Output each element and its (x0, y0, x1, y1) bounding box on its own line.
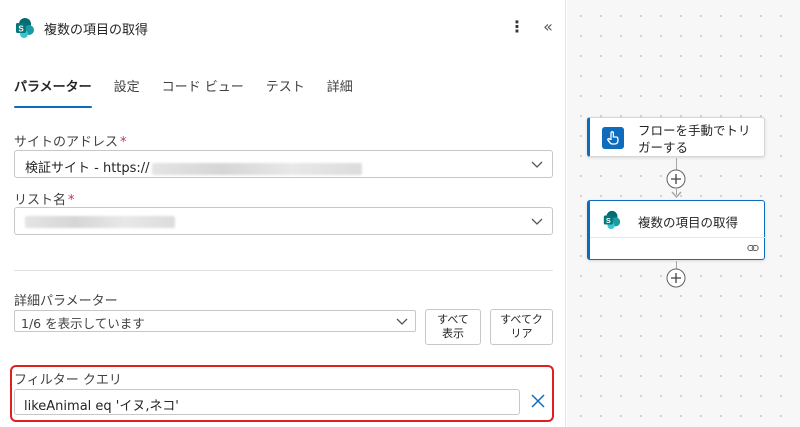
trigger-title: フローを手動でトリ ガーする (638, 123, 751, 155)
add-step-button[interactable] (666, 169, 686, 189)
link-icon[interactable] (747, 242, 759, 254)
sharepoint-icon: S (603, 210, 621, 230)
tab-code-view[interactable]: コード ビュー (162, 76, 244, 108)
tab-details[interactable]: 詳細 (327, 76, 353, 108)
site-address-label: サイトのアドレス * (14, 135, 127, 150)
action-card[interactable]: S 複数の項目の取得 (587, 200, 765, 260)
required-mark: * (68, 193, 75, 208)
tab-settings[interactable]: 設定 (114, 76, 140, 108)
list-name-label: リスト名 * (14, 193, 75, 208)
chevron-down-icon (396, 318, 408, 325)
filter-query-value: likeAnimal eq 'イヌ,ネコ' (24, 399, 179, 414)
more-vertical-icon[interactable]: ⋮ (509, 16, 525, 38)
filter-query-label: フィルター クエリ (14, 373, 122, 388)
tab-list: パラメーター 設定 コード ビュー テスト 詳細 (14, 76, 375, 108)
chevron-down-icon (531, 161, 543, 168)
redacted-text (151, 162, 362, 175)
site-address-value: 検証サイト - https:// (25, 161, 150, 176)
clear-all-button[interactable]: すべてク リア (490, 309, 553, 345)
redacted-text (25, 215, 175, 228)
arrow-down-icon (671, 191, 682, 199)
touch-icon (602, 127, 624, 149)
advanced-parameters-select[interactable]: 1/6 を表示しています (14, 310, 416, 332)
required-mark: * (120, 135, 127, 150)
action-title: 複数の項目の取得 (638, 215, 739, 230)
add-step-button[interactable] (666, 268, 686, 288)
advanced-parameters-value: 1/6 を表示しています (21, 316, 145, 331)
chevron-down-icon (531, 218, 543, 225)
sharepoint-icon: S (16, 18, 34, 38)
panel-header: S 複数の項目の取得 ⋮ « (0, 0, 566, 56)
filter-query-input[interactable]: likeAnimal eq 'イヌ,ネコ' (14, 389, 520, 415)
card-divider (590, 237, 765, 238)
show-all-button[interactable]: すべて 表示 (425, 309, 481, 345)
trigger-card[interactable]: フローを手動でトリ ガーする (587, 117, 765, 157)
list-name-dropdown[interactable] (14, 207, 553, 235)
close-icon[interactable] (528, 391, 548, 411)
site-address-dropdown[interactable]: 検証サイト - https:// (14, 150, 553, 178)
section-divider (14, 270, 553, 271)
tab-test[interactable]: テスト (266, 76, 305, 108)
tab-parameters[interactable]: パラメーター (14, 76, 92, 108)
svg-text:S: S (18, 25, 24, 34)
advanced-parameters-label: 詳細パラメーター (14, 294, 118, 309)
svg-text:S: S (606, 216, 611, 225)
double-chevron-left-icon[interactable]: « (539, 16, 557, 38)
action-details-panel: S 複数の項目の取得 ⋮ « パラメーター 設定 コード ビュー テスト 詳細 … (0, 0, 566, 427)
panel-title: 複数の項目の取得 (44, 23, 149, 38)
